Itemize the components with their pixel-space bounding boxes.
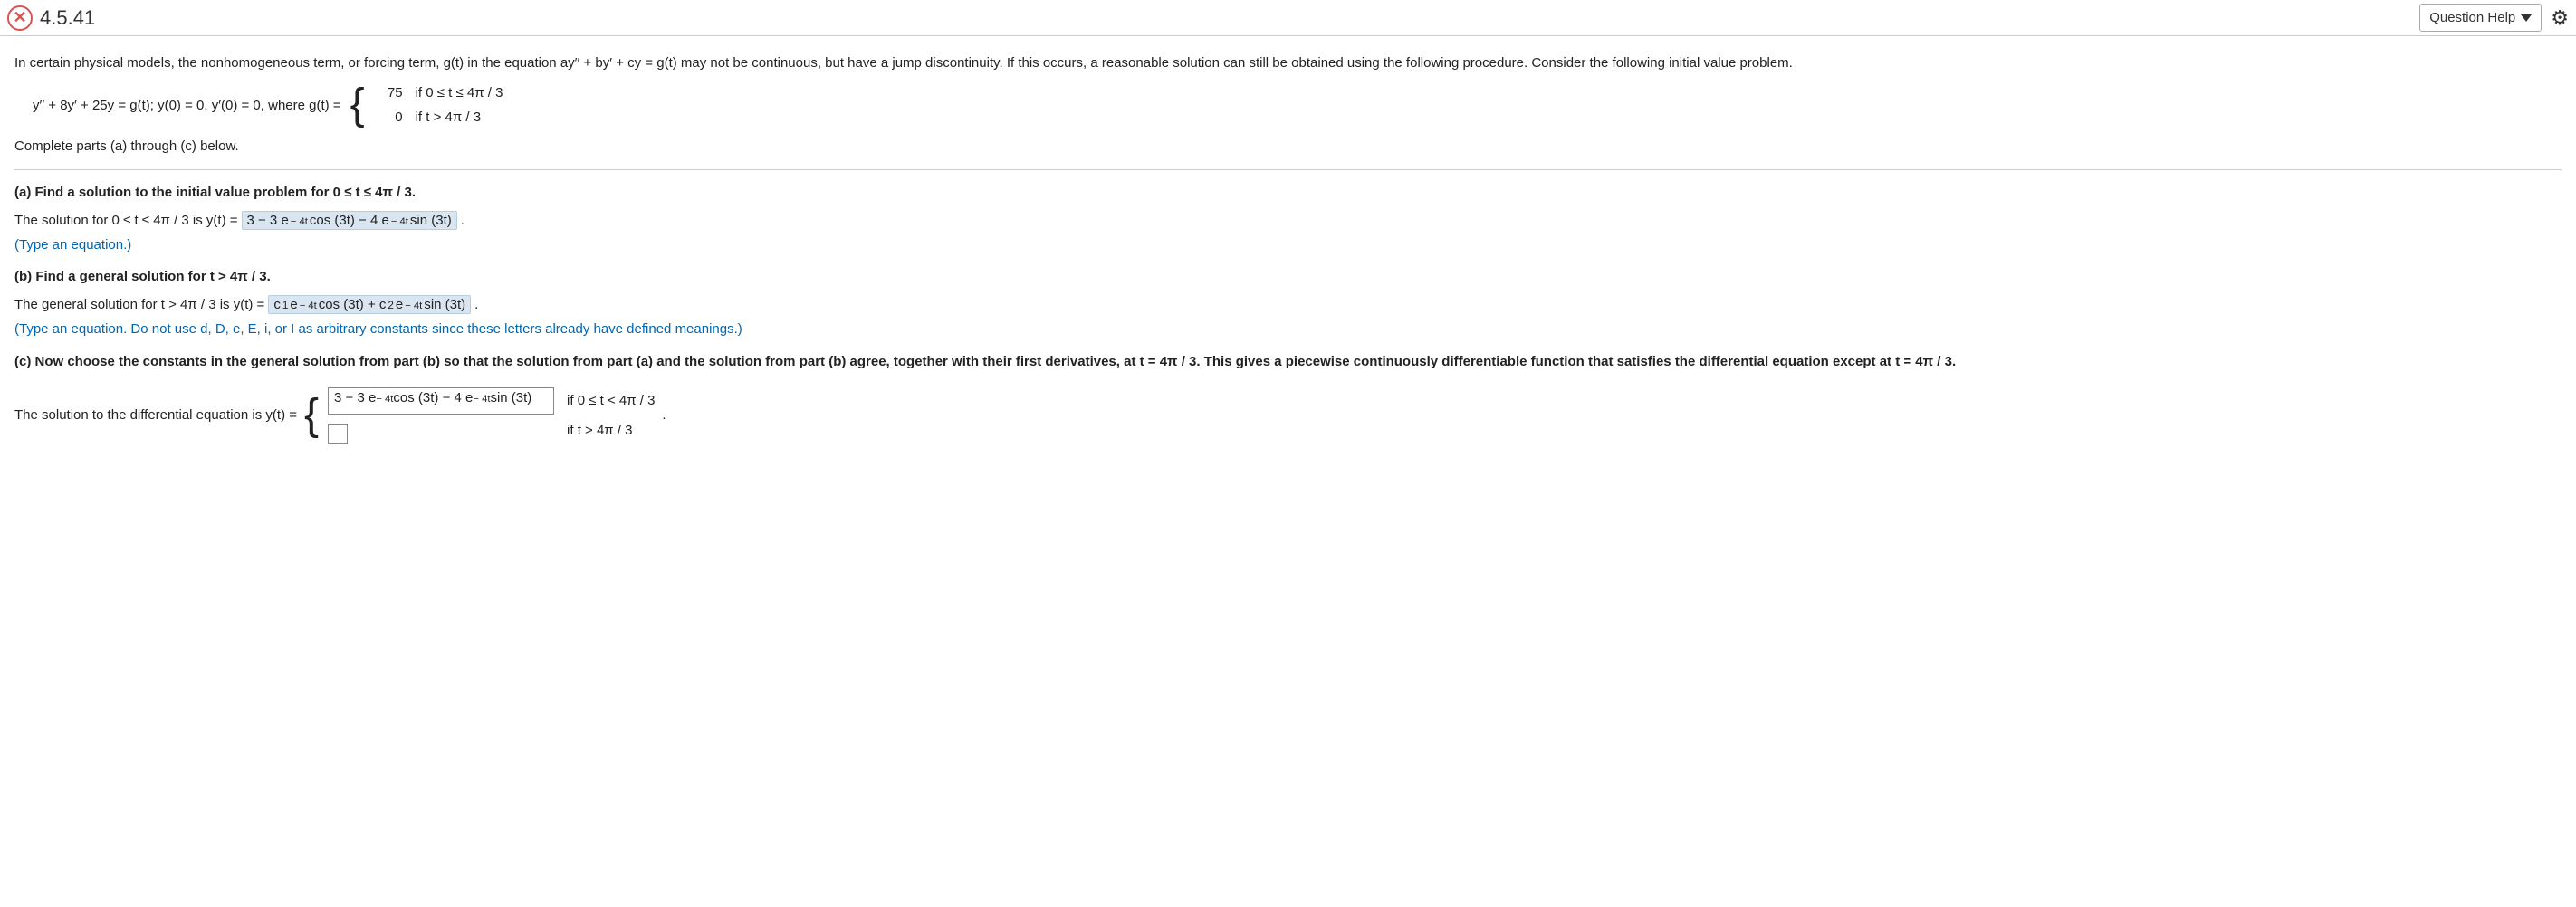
c1-seg1: 3 − 3 e <box>334 390 376 406</box>
ans-b-exp2: − 4t <box>405 301 422 311</box>
piece-2-value: 0 <box>376 110 403 125</box>
part-c-cond1: if 0 ≤ t < 4π / 3 <box>567 393 655 408</box>
status-wrong-icon: ✕ <box>7 5 33 31</box>
ode-lhs: y′′ + 8y′ + 25y = g(t); y(0) = 0, y′(0) … <box>33 98 341 113</box>
piece-1: 75 if 0 ≤ t ≤ 4π / 3 <box>376 85 503 100</box>
piece-1-value: 75 <box>376 85 403 100</box>
part-c-trail: . <box>662 407 666 423</box>
piece-2-cond: if t > 4π / 3 <box>416 110 481 125</box>
c1-exp2: − 4t <box>473 394 490 405</box>
ans-a-seg1: 3 − 3 e <box>247 213 289 228</box>
c1-seg2: cos (3t) − 4 e <box>393 390 473 406</box>
question-help-button[interactable]: Question Help <box>2419 4 2542 32</box>
ans-a-exp2: − 4t <box>391 216 408 227</box>
piece-1-cond: if 0 ≤ t ≤ 4π / 3 <box>416 85 503 100</box>
part-b-prompt: (b) Find a general solution for t > 4π /… <box>14 269 2562 284</box>
question-help-label: Question Help <box>2429 10 2515 25</box>
part-b-trail: . <box>474 297 478 312</box>
c1-seg3: sin (3t) <box>490 390 531 406</box>
complete-parts-line: Complete parts (a) through (c) below. <box>14 138 2562 156</box>
part-a-prompt: (a) Find a solution to the initial value… <box>14 185 2562 200</box>
ans-a-exp1: − 4t <box>291 216 308 227</box>
part-a-hint: (Type an equation.) <box>14 237 2562 253</box>
part-c-prompt: (c) Now choose the constants in the gene… <box>14 353 2562 371</box>
ans-b-c1: c <box>273 297 281 312</box>
part-c-cond2: if t > 4π / 3 <box>567 423 655 438</box>
header-bar: ✕ 4.5.41 Question Help ⚙ <box>0 0 2576 36</box>
part-a-answer[interactable]: 3 − 3 e− 4t cos (3t) − 4 e− 4t sin (3t) <box>242 211 457 230</box>
part-a-prompt-text: (a) Find a solution to the initial value… <box>14 185 416 200</box>
ans-b-mid: cos (3t) + c <box>319 297 387 312</box>
ans-b-exp1: − 4t <box>300 301 317 311</box>
part-c-lead: The solution to the differential equatio… <box>14 407 297 423</box>
question-number: 4.5.41 <box>40 6 95 30</box>
gear-icon[interactable]: ⚙ <box>2551 6 2569 30</box>
ode-definition: y′′ + 8y′ + 25y = g(t); y(0) = 0, y′(0) … <box>33 85 2562 125</box>
ans-b-e1: e <box>290 297 297 312</box>
divider <box>14 169 2562 170</box>
ans-b-e2: e <box>396 297 403 312</box>
piece-2: 0 if t > 4π / 3 <box>376 110 503 125</box>
part-a-answer-line: The solution for 0 ≤ t ≤ 4π / 3 is y(t) … <box>14 211 2562 230</box>
part-b-answer-line: The general solution for t > 4π / 3 is y… <box>14 295 2562 314</box>
part-b-prompt-text: (b) Find a general solution for t > 4π /… <box>14 269 271 284</box>
question-body: In certain physical models, the nonhomog… <box>0 36 2576 480</box>
part-b-lead: The general solution for t > 4π / 3 is y… <box>14 297 264 312</box>
part-c-answer-line: The solution to the differential equatio… <box>14 387 2562 444</box>
part-a-trail: . <box>461 213 464 228</box>
part-c-piece1-input[interactable]: 3 − 3 e− 4t cos (3t) − 4 e− 4t sin (3t) <box>328 387 554 415</box>
chevron-down-icon <box>2521 14 2532 22</box>
ans-a-seg2: cos (3t) − 4 e <box>310 213 389 228</box>
part-c-prompt-text: (c) Now choose the constants in the gene… <box>14 354 1956 369</box>
part-a-lead: The solution for 0 ≤ t ≤ 4π / 3 is y(t) … <box>14 213 238 228</box>
intro-text: In certain physical models, the nonhomog… <box>14 54 2562 72</box>
part-b-hint: (Type an equation. Do not use d, D, e, E… <box>14 321 2562 337</box>
left-brace-c-icon: { <box>304 397 321 434</box>
left-brace-icon: { <box>350 87 367 123</box>
part-b-answer[interactable]: c1 e− 4t cos (3t) + c2 e− 4t sin (3t) <box>268 295 471 314</box>
ans-b-tail: sin (3t) <box>424 297 465 312</box>
part-c-piece2-input[interactable] <box>328 424 348 444</box>
ans-a-seg3: sin (3t) <box>410 213 452 228</box>
ans-b-sub1: 1 <box>282 300 289 311</box>
c1-exp1: − 4t <box>376 394 393 405</box>
ans-b-sub2: 2 <box>388 300 394 311</box>
